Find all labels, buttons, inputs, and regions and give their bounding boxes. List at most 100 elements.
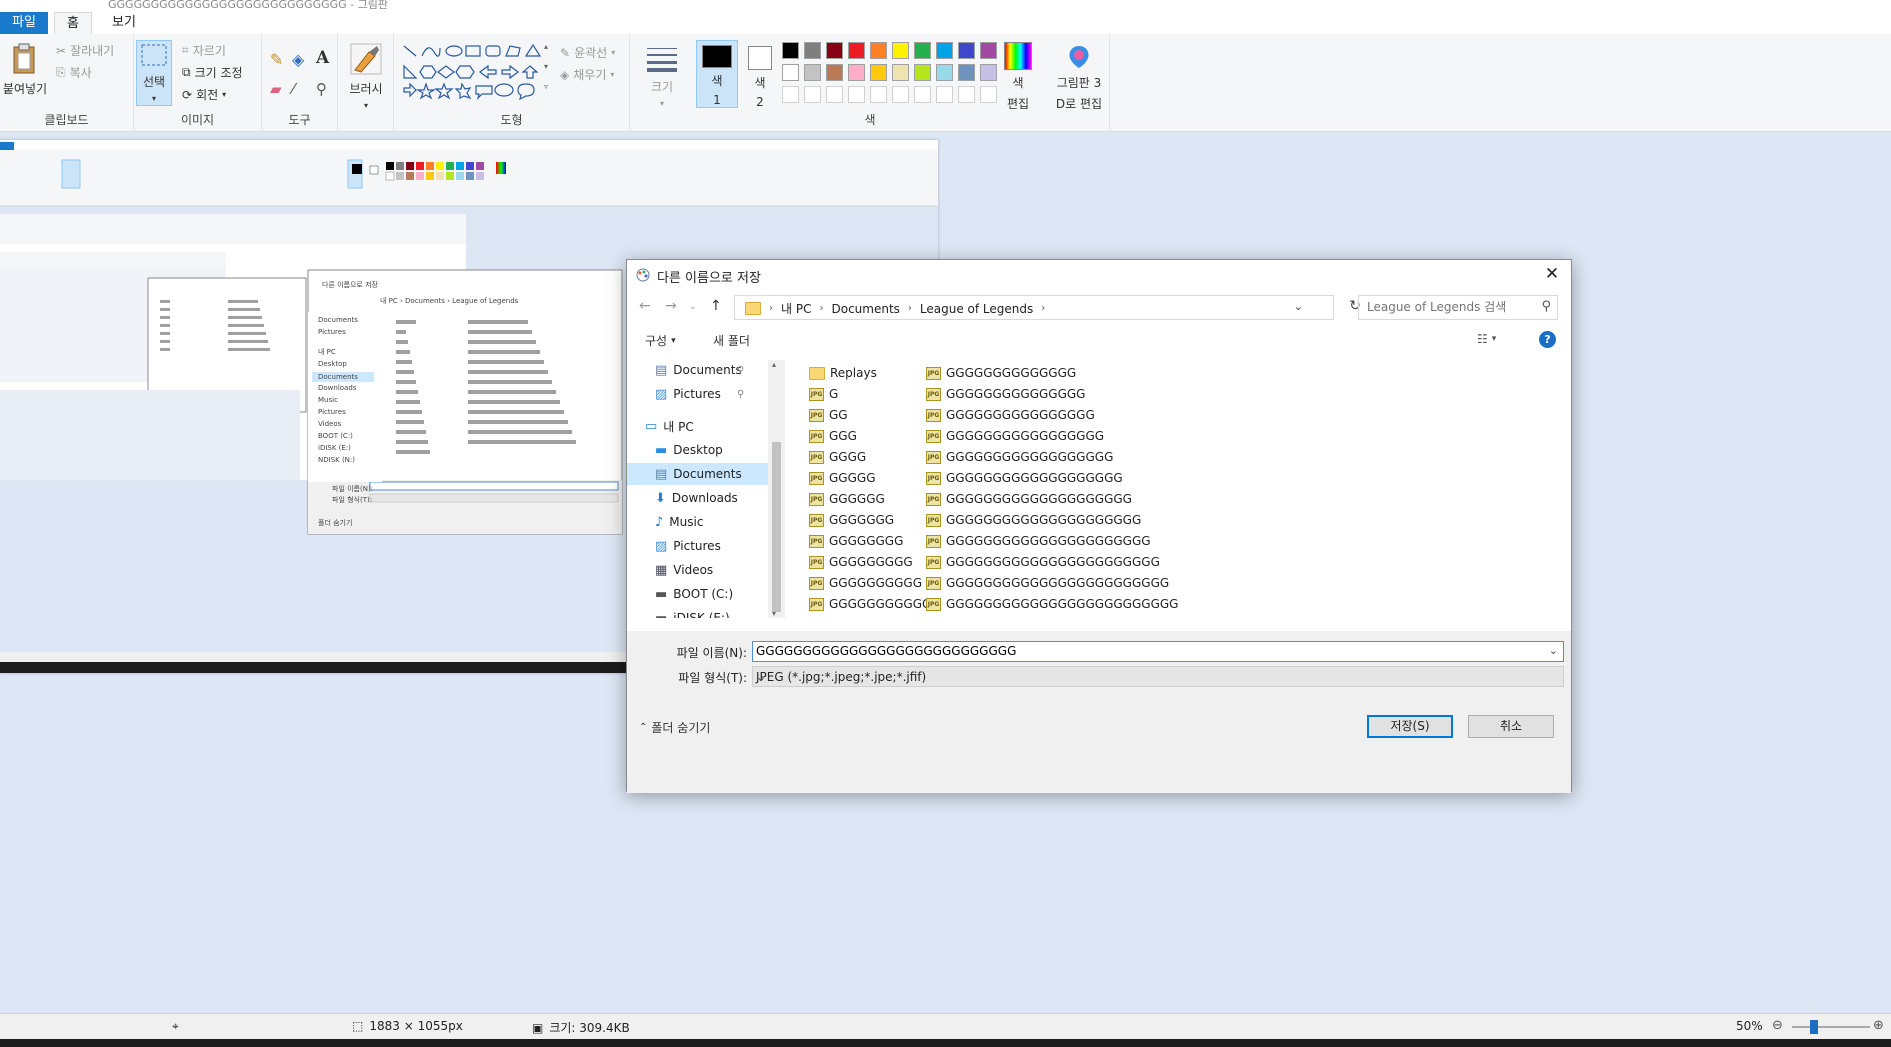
edit-paint3d-button[interactable]: 그림판 3 D로 편집 <box>1052 44 1106 112</box>
nav-item[interactable]: ♪ Music <box>655 511 703 533</box>
file-item[interactable]: JPG GGGGGGGGGGGGGGGGGG <box>926 448 1113 466</box>
color-swatch[interactable] <box>804 42 821 59</box>
file-name-input[interactable] <box>756 644 1526 658</box>
color-swatch[interactable] <box>870 42 887 59</box>
color-swatch[interactable] <box>848 64 865 81</box>
nav-item[interactable]: ▬ iDISK (E:) <box>655 607 730 619</box>
file-item[interactable]: JPG GGGGGGGGGGGGGGGGGGG <box>926 469 1123 487</box>
eraser-icon[interactable]: ▰ <box>270 80 282 98</box>
forward-arrow-icon[interactable]: → <box>665 298 677 314</box>
expand-gallery-icon[interactable]: ▿ <box>544 82 548 91</box>
hide-folders-button[interactable]: ⌃ 폴더 숨기기 <box>639 719 710 736</box>
organize-button[interactable]: 구성 ▾ <box>645 332 676 349</box>
fill-button[interactable]: ◈ 채우기 ▾ <box>560 66 614 83</box>
nav-item[interactable]: ▨ Pictures <box>655 535 721 557</box>
file-item[interactable]: JPG GGGGGGGGGGGGGGGG <box>926 406 1095 424</box>
nav-item[interactable]: ▤ Documents ⚲ <box>655 360 744 381</box>
custom-color-slot[interactable] <box>782 86 799 103</box>
text-tool-icon[interactable]: A <box>316 48 329 68</box>
color-swatch[interactable] <box>936 64 953 81</box>
color-swatch[interactable] <box>782 42 799 59</box>
scroll-up-icon[interactable]: ▴ <box>772 360 776 369</box>
close-icon[interactable]: ✕ <box>1541 263 1563 285</box>
brushes-button[interactable]: 브러시 ▾ <box>346 42 386 110</box>
custom-color-slot[interactable] <box>958 86 975 103</box>
save-button[interactable]: 저장(S) <box>1367 715 1453 738</box>
file-item[interactable]: JPG GGGGGGGGGGGGGGGGGGGGGGG <box>926 553 1160 571</box>
nav-item[interactable]: ⬇ Downloads <box>655 487 738 509</box>
color1-button[interactable]: 색 1 <box>696 40 738 108</box>
nav-item[interactable]: ▬ Desktop <box>655 439 723 461</box>
custom-color-slot[interactable] <box>848 86 865 103</box>
pin-icon[interactable]: ⚲ <box>737 389 744 400</box>
canvas-area[interactable]: 다른 이름으로 저장 내 PC › Documents › League of … <box>0 132 1891 1013</box>
breadcrumb-item[interactable]: 내 PC <box>781 300 811 317</box>
tab-view[interactable]: 보기 <box>100 12 148 34</box>
file-item[interactable]: JPG GGGGGGGGGGGGGGGGGGGGGGGG <box>926 574 1169 592</box>
search-icon[interactable]: ⚲ <box>1541 299 1551 314</box>
zoom-out-icon[interactable]: ⊖ <box>1772 1018 1783 1033</box>
color-swatch[interactable] <box>914 64 931 81</box>
file-item[interactable]: JPG GGGGGGGG <box>809 532 903 550</box>
outline-button[interactable]: ✎ 윤곽선 ▾ <box>560 44 615 61</box>
color-swatch[interactable] <box>870 64 887 81</box>
cut-button[interactable]: ✂ 잘라내기 <box>56 42 114 59</box>
file-item[interactable]: JPG GG <box>809 406 848 424</box>
color-swatch[interactable] <box>804 64 821 81</box>
nav-item[interactable]: ▨ Pictures ⚲ <box>655 383 744 405</box>
color-swatch[interactable] <box>892 64 909 81</box>
rotate-button[interactable]: ⟳ 회전 ▾ <box>182 86 226 103</box>
color-swatch[interactable] <box>958 64 975 81</box>
color-swatch[interactable] <box>826 42 843 59</box>
color-swatch[interactable] <box>914 42 931 59</box>
nav-item[interactable]: ▬ BOOT (C:) <box>655 583 733 605</box>
nav-item[interactable]: ▭ 내 PC <box>645 415 694 437</box>
up-arrow-icon[interactable]: ↑ <box>710 298 722 314</box>
tab-home[interactable]: 홈 <box>54 12 92 34</box>
breadcrumb-item[interactable]: Documents <box>831 302 899 316</box>
file-item[interactable]: JPG GGGGGGGGGGGGGGGGGGGG <box>926 490 1132 508</box>
cancel-button[interactable]: 취소 <box>1468 715 1554 738</box>
scroll-up-icon[interactable]: ▴ <box>544 42 548 51</box>
color-swatch[interactable] <box>782 64 799 81</box>
help-icon[interactable]: ? <box>1539 331 1556 348</box>
file-item[interactable]: JPG GGG <box>809 427 857 445</box>
custom-color-slot[interactable] <box>914 86 931 103</box>
color-swatch[interactable] <box>848 42 865 59</box>
color-swatch[interactable] <box>936 42 953 59</box>
shapes-gallery[interactable] <box>400 42 548 102</box>
crop-button[interactable]: ⌗ 자르기 <box>182 42 226 59</box>
custom-color-slot[interactable] <box>892 86 909 103</box>
color-swatch[interactable] <box>892 42 909 59</box>
chevron-down-icon[interactable]: ⌄ <box>1549 644 1558 657</box>
file-item[interactable]: JPG GGGGGGGGGGG <box>809 595 931 613</box>
file-item[interactable]: JPG GGGGGGG <box>809 511 894 529</box>
recent-locations-icon[interactable]: ⌄ <box>689 302 697 312</box>
file-item[interactable]: JPG GGGGGGGGGGGGGGGGGGGGGG <box>926 532 1151 550</box>
select-button[interactable]: 선택 ▾ <box>136 40 172 106</box>
color-swatch[interactable] <box>980 64 997 81</box>
scrollbar-thumb[interactable] <box>772 442 781 612</box>
color-picker-icon[interactable]: ⁄ <box>292 80 295 98</box>
file-item[interactable]: JPG GGGGGGGGGGGGGGGGGGGGG <box>926 511 1141 529</box>
custom-color-slot[interactable] <box>980 86 997 103</box>
nav-item[interactable]: ▤ Documents <box>627 463 768 485</box>
file-item[interactable]: JPG GGGGGGGGGGGGGGG <box>926 385 1085 403</box>
custom-color-slot[interactable] <box>870 86 887 103</box>
copy-button[interactable]: ⎘ 복사 <box>56 64 92 81</box>
color-swatch[interactable] <box>958 42 975 59</box>
file-item[interactable]: JPG GGGGGGGGG <box>809 553 913 571</box>
tab-file[interactable]: 파일 <box>0 12 48 34</box>
color2-button[interactable]: 색 2 <box>742 46 778 109</box>
zoom-in-icon[interactable]: ⊕ <box>1873 1018 1884 1033</box>
search-box[interactable]: ⚲ <box>1358 295 1558 320</box>
custom-color-slot[interactable] <box>804 86 821 103</box>
file-item[interactable]: JPGGGGGGGGGGGGG <box>809 616 941 618</box>
fill-bucket-icon[interactable]: ◈ <box>292 50 304 69</box>
file-item[interactable]: JPG GGGGGGGGGGGGGG <box>926 364 1076 382</box>
custom-color-slot[interactable] <box>936 86 953 103</box>
edit-colors-button[interactable]: 색 편집 <box>1002 42 1034 112</box>
nav-item[interactable]: ▦ Videos <box>655 559 713 581</box>
resize-button[interactable]: ⧉ 크기 조정 <box>182 64 243 81</box>
zoom-slider-thumb[interactable] <box>1810 1020 1818 1034</box>
